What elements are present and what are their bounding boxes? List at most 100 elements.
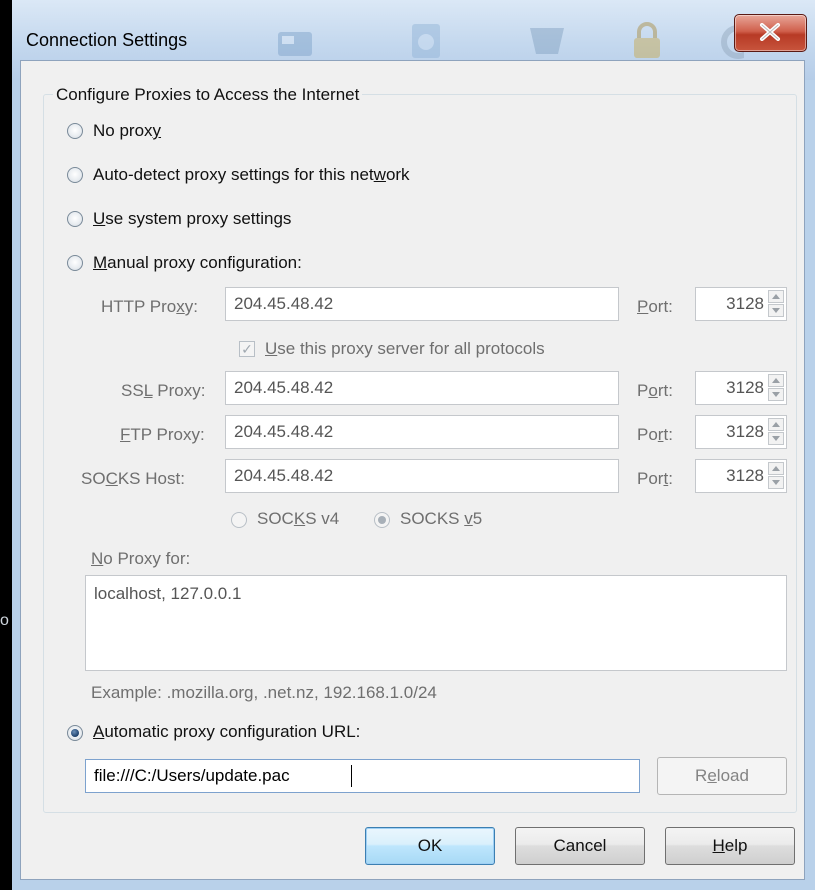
label-text: S v4	[305, 509, 340, 528]
label-text: elp	[724, 836, 748, 855]
access-key: U	[93, 209, 106, 228]
ssl-port-input[interactable]: 3128	[695, 371, 787, 405]
spin-up-icon[interactable]	[768, 374, 784, 387]
window-title: Connection Settings	[26, 30, 188, 50]
label-text: o Proxy for:	[103, 549, 191, 568]
no-proxy-label[interactable]: No proxy	[93, 121, 161, 141]
system-proxy-label[interactable]: Use system proxy settings	[93, 209, 291, 229]
tab-icon	[278, 32, 312, 56]
access-key: e	[707, 766, 717, 785]
dialog-content: Configure Proxies to Access the Internet…	[20, 60, 805, 880]
socks-host-input[interactable]: 204.45.48.42	[225, 459, 619, 493]
ssl-proxy-input[interactable]: 204.45.48.42	[225, 371, 619, 405]
access-key: K	[293, 509, 306, 528]
socks-v5-radio[interactable]	[374, 512, 390, 528]
socks-v4-radio[interactable]	[231, 512, 247, 528]
no-proxy-example: Example: .mozilla.org, .net.nz, 192.168.…	[91, 683, 437, 702]
no-proxy-radio[interactable]	[67, 123, 83, 139]
port-spinner[interactable]	[768, 462, 784, 490]
group-title: Configure Proxies to Access the Internet	[53, 85, 363, 105]
text-caret	[351, 765, 352, 787]
spin-up-icon[interactable]	[768, 290, 784, 303]
label-text: Por	[637, 469, 664, 488]
spin-up-icon[interactable]	[768, 418, 784, 431]
close-button[interactable]	[734, 14, 807, 52]
auto-url-value: file:///C:/Users/update.pac	[94, 766, 290, 785]
label-text: 5	[472, 509, 483, 528]
http-proxy-input[interactable]: 204.45.48.42	[225, 287, 619, 321]
no-proxy-for-label: No Proxy for:	[91, 549, 190, 569]
ftp-proxy-label: FTP Proxy:	[120, 425, 205, 445]
system-proxy-radio[interactable]	[67, 211, 83, 227]
ftp-port-label: Port:	[637, 425, 673, 445]
spin-down-icon[interactable]	[768, 432, 784, 445]
access-key: y	[152, 121, 162, 140]
spin-down-icon[interactable]	[768, 388, 784, 401]
label-text: anual proxy configuration:	[107, 253, 302, 272]
access-key: L	[143, 381, 153, 400]
label-text: R	[695, 766, 708, 785]
label-text: SOCKS	[400, 509, 465, 528]
port-value: 3128	[726, 466, 764, 485]
port-spinner[interactable]	[768, 374, 784, 402]
spin-down-icon[interactable]	[768, 304, 784, 317]
access-key: v	[464, 509, 473, 528]
cancel-button[interactable]: Cancel	[515, 827, 645, 865]
auto-url-label[interactable]: Automatic proxy configuration URL:	[93, 722, 360, 742]
label-text: load	[716, 766, 749, 785]
auto-detect-label[interactable]: Auto-detect proxy settings for this netw…	[93, 165, 410, 185]
applications-icon	[530, 28, 564, 54]
ssl-port-label: Port:	[637, 381, 673, 401]
auto-url-radio[interactable]	[67, 725, 83, 741]
http-port-input[interactable]: 3128	[695, 287, 787, 321]
label-text: SOC	[257, 509, 294, 528]
label-text: Auto-detect proxy settings for this net	[93, 165, 374, 184]
access-key: x	[176, 297, 185, 316]
label-text: TP Proxy:	[130, 425, 205, 444]
http-port-label: Port:	[637, 297, 673, 317]
label-text: y:	[184, 297, 198, 316]
socks-v4-label[interactable]: SOCKS v4	[257, 509, 339, 529]
access-key: F	[120, 425, 131, 444]
ssl-proxy-label: SSL Proxy:	[121, 381, 205, 401]
label-text: SO	[81, 469, 106, 488]
access-key: o	[648, 381, 658, 400]
socks-host-label: SOCKS Host:	[81, 469, 185, 489]
auto-detect-radio[interactable]	[67, 167, 83, 183]
ftp-port-input[interactable]: 3128	[695, 415, 787, 449]
no-proxy-for-textarea[interactable]: localhost, 127.0.0.1	[85, 575, 787, 671]
spin-down-icon[interactable]	[768, 476, 784, 489]
socks-port-label: Port:	[637, 469, 673, 489]
access-key: C	[105, 469, 118, 488]
http-proxy-label: HTTP Proxy:	[101, 297, 198, 317]
help-button[interactable]: Help	[665, 827, 795, 865]
label-text: ort:	[648, 297, 673, 316]
label-text: utomatic proxy configuration URL:	[104, 722, 361, 741]
label-text: No prox	[93, 121, 153, 140]
socks-v5-label[interactable]: SOCKS v5	[400, 509, 482, 529]
content-icon	[412, 24, 440, 58]
label-text: HTTP Pro	[101, 297, 177, 316]
access-key: P	[637, 297, 649, 316]
spin-up-icon[interactable]	[768, 462, 784, 475]
ftp-proxy-input[interactable]: 204.45.48.42	[225, 415, 619, 449]
label-text: Po	[637, 425, 658, 444]
socks-port-input[interactable]: 3128	[695, 459, 787, 493]
label-text: KS Host:	[117, 469, 185, 488]
label-text: ork	[385, 165, 410, 184]
share-proxy-checkbox[interactable]: ✓	[239, 341, 255, 357]
port-spinner[interactable]	[768, 290, 784, 318]
label-text: se this proxy server for all protocols	[277, 339, 545, 358]
port-spinner[interactable]	[768, 418, 784, 446]
ok-button[interactable]: OK	[365, 827, 495, 865]
auto-url-input[interactable]: file:///C:/Users/update.pac	[85, 759, 640, 793]
connection-settings-dialog: Connection Settings Configure Proxies to…	[12, 0, 815, 890]
share-proxy-label[interactable]: Use this proxy server for all protocols	[265, 339, 545, 359]
manual-proxy-radio[interactable]	[67, 255, 83, 271]
access-key: N	[91, 549, 104, 568]
port-value: 3128	[726, 378, 764, 397]
label-text: SS	[121, 381, 144, 400]
port-value: 3128	[726, 422, 764, 441]
manual-proxy-label[interactable]: Manual proxy configuration:	[93, 253, 302, 273]
reload-button[interactable]: Reload	[657, 757, 787, 795]
